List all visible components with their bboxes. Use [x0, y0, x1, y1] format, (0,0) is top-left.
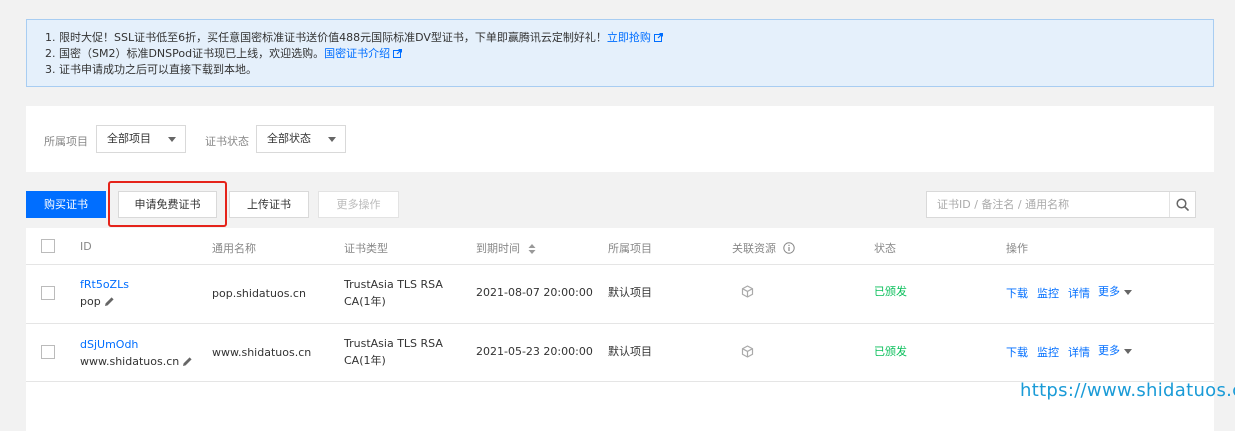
monitor-link[interactable]: 监控 [1037, 286, 1059, 302]
search-box [926, 191, 1196, 218]
info-icon[interactable] [782, 242, 795, 254]
search-icon [1176, 198, 1189, 211]
common-name: pop.shidatuos.cn [212, 287, 306, 300]
notice-line-1: 1. 限时大促！SSL证书低至6折，买任意国密标准证书送价值488元国际标准DV… [45, 30, 1195, 46]
certificate-id-link[interactable]: fRt5oZLs [80, 277, 129, 293]
more-label: 更多 [1098, 285, 1120, 298]
status-filter-label: 证书状态 [205, 135, 249, 148]
more-label: 更多 [1098, 344, 1120, 357]
notice-banner: 1. 限时大促！SSL证书低至6折，买任意国密标准证书送价值488元国际标准DV… [26, 19, 1214, 87]
notice-line-3: 3. 证书申请成功之后可以直接下载到本地。 [45, 62, 1195, 78]
header-divider [26, 264, 1214, 265]
cube-icon [741, 345, 754, 358]
status-filter-value: 全部状态 [267, 132, 311, 145]
header-status: 状态 [874, 242, 896, 255]
cert-type-line1: TrustAsia TLS RSA [344, 337, 443, 350]
pencil-icon[interactable] [182, 356, 193, 367]
certificate-remark-text: pop [80, 295, 101, 308]
search-button[interactable] [1169, 192, 1195, 217]
certificate-remark: www.shidatuos.cn [80, 354, 193, 370]
project-filter-label: 所属项目 [44, 135, 88, 148]
header-id: ID [80, 240, 92, 253]
expiry-time: 2021-05-23 20:00:00 [476, 345, 593, 358]
project-filter-select[interactable]: 全部项目 [96, 125, 186, 153]
notice-text-2: 2. 国密（SM2）标准DNSPod证书现已上线，欢迎选购。 [45, 47, 325, 60]
external-link-icon[interactable] [653, 32, 663, 42]
filter-panel: 所属项目 全部项目 证书状态 全部状态 [26, 106, 1214, 172]
upload-certificate-button[interactable]: 上传证书 [229, 191, 309, 218]
certificate-id-link[interactable]: dSjUmOdh [80, 337, 138, 353]
certificate-remark: pop [80, 294, 115, 310]
sm2-intro-link[interactable]: 国密证书介绍 [324, 47, 390, 60]
more-dropdown[interactable]: 更多 [1098, 284, 1132, 300]
row-checkbox[interactable] [41, 345, 55, 359]
project-filter-value: 全部项目 [107, 132, 151, 145]
status-badge: 已颁发 [874, 345, 907, 358]
select-all-checkbox[interactable] [41, 239, 55, 253]
cert-type-line2: CA(1年) [344, 354, 386, 367]
header-resources: 关联资源 [732, 240, 795, 256]
details-link[interactable]: 详情 [1068, 345, 1090, 361]
common-name: www.shidatuos.cn [212, 346, 312, 359]
header-resources-label: 关联资源 [732, 242, 776, 255]
project-name: 默认项目 [608, 286, 652, 299]
project-name: 默认项目 [608, 345, 652, 358]
header-expiry[interactable]: 到期时间 [476, 240, 536, 256]
certificate-remark-text: www.shidatuos.cn [80, 355, 180, 368]
chevron-down-icon [328, 137, 336, 142]
row-divider [26, 323, 1214, 324]
status-badge: 已颁发 [874, 285, 907, 298]
status-filter-select[interactable]: 全部状态 [256, 125, 346, 153]
buy-certificate-button[interactable]: 购买证书 [26, 191, 106, 218]
monitor-link[interactable]: 监控 [1037, 345, 1059, 361]
external-link-icon[interactable] [393, 48, 403, 58]
pencil-icon[interactable] [104, 296, 115, 307]
cert-type-line2: CA(1年) [344, 295, 386, 308]
buy-now-link[interactable]: 立即抢购 [607, 31, 651, 44]
cube-icon [741, 285, 754, 298]
notice-text-3: 3. 证书申请成功之后可以直接下载到本地。 [45, 63, 257, 76]
highlight-annotation [108, 181, 227, 227]
more-actions-button[interactable]: 更多操作 [318, 191, 399, 218]
search-input[interactable] [927, 192, 1170, 217]
notice-line-2: 2. 国密（SM2）标准DNSPod证书现已上线，欢迎选购。国密证书介绍 [45, 46, 1195, 62]
chevron-down-icon [1124, 348, 1132, 354]
header-actions: 操作 [1006, 242, 1028, 255]
more-dropdown[interactable]: 更多 [1098, 343, 1132, 359]
watermark-text: https://www.shidatuos.cn [1020, 380, 1235, 401]
download-link[interactable]: 下载 [1006, 286, 1028, 302]
header-common-name: 通用名称 [212, 242, 256, 255]
cert-type-line1: TrustAsia TLS RSA [344, 278, 443, 291]
header-expiry-label: 到期时间 [476, 242, 520, 255]
download-link[interactable]: 下载 [1006, 345, 1028, 361]
chevron-down-icon [168, 137, 176, 142]
expiry-time: 2021-08-07 20:00:00 [476, 286, 593, 299]
notice-text-1: 1. 限时大促！SSL证书低至6折，买任意国密标准证书送价值488元国际标准DV… [45, 31, 607, 44]
header-project: 所属项目 [608, 242, 652, 255]
details-link[interactable]: 详情 [1068, 286, 1090, 302]
header-cert-type: 证书类型 [344, 242, 388, 255]
chevron-down-icon [1124, 289, 1132, 295]
sort-icon[interactable] [528, 244, 536, 254]
row-checkbox[interactable] [41, 286, 55, 300]
